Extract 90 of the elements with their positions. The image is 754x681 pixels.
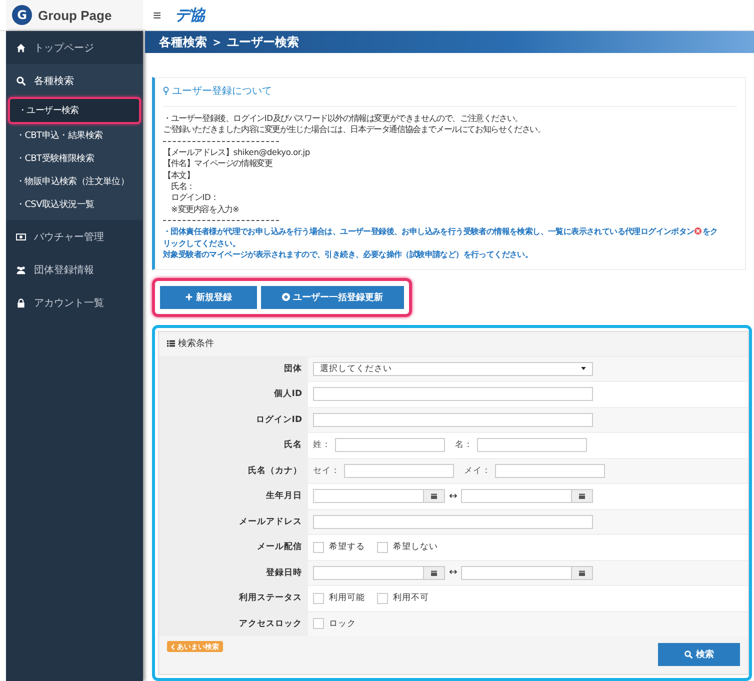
calendar-icon	[579, 493, 586, 500]
notice-text: ・団体責任者様が代理でお申し込みを行う場合は、ユーザー登録後、お申し込みを行う受験者の情報を検索し、一覧に表示されている代理ログインボタン	[163, 227, 694, 236]
action-button[interactable]: 新規登録	[160, 286, 257, 308]
text-field[interactable]	[335, 438, 445, 452]
notice-text: 対象受験者のマイページが表示されますので、引き続き、必要な操作（試験申請など）を行ってください。	[163, 250, 533, 260]
nav-item[interactable]: 各種検索	[6, 64, 143, 97]
field-label: 登録日時	[266, 566, 302, 579]
breadcrumb-link[interactable]: 各種検索	[159, 34, 207, 51]
range-arrow: ↔	[449, 567, 458, 578]
info-text: 【件名】マイページの情報変更	[163, 158, 272, 168]
text-field[interactable]	[313, 412, 593, 427]
lock-icon	[16, 298, 26, 308]
list-icon	[167, 340, 175, 347]
checkbox-label: 希望しない	[393, 541, 438, 554]
checkbox-label: 希望する	[329, 541, 365, 554]
checkbox[interactable]	[377, 542, 388, 553]
users-icon	[16, 264, 26, 274]
text-field[interactable]	[313, 514, 593, 529]
calendar-icon	[431, 493, 437, 500]
info-text: ご登録いただきました内容に変更が生じた場合には、日本データ通信協会までメールにてお知らせください。	[163, 124, 546, 134]
date-field[interactable]	[461, 489, 594, 504]
text-field[interactable]	[344, 464, 454, 478]
nav-item[interactable]: 団体登録情報	[6, 253, 143, 286]
field-label: メール配信	[257, 541, 302, 554]
notice-text: リックしてください。	[163, 238, 240, 248]
nav-subitem[interactable]: ・CBT申込・結果検索	[8, 124, 141, 147]
breadcrumb-separator: ＞	[211, 34, 223, 51]
calendar-icon	[431, 570, 437, 576]
info-text: ・ユーザー登録後、ログインID及びパスワード以外の情報は変更ができませんので、ご注意ください。	[163, 113, 522, 124]
nav-item[interactable]: バウチャー管理	[6, 220, 143, 253]
nav-subitem[interactable]: ・物販申込検索（注文単位）	[8, 170, 141, 193]
info-text: ※変更内容を入力※	[171, 204, 240, 214]
field-label: 氏名（カナ）	[248, 464, 302, 477]
info-text: 【本文】	[163, 170, 194, 180]
brand-logo: G	[12, 5, 32, 25]
notice-text: をク	[702, 227, 718, 236]
brand-name: Group Page	[38, 8, 112, 22]
action-button[interactable]: ユーザー一括登録更新	[261, 286, 404, 308]
site-logo: デ協	[175, 6, 206, 24]
info-title: ユーザー登録について	[172, 85, 272, 98]
field-label: アクセスロック	[239, 618, 302, 630]
field-label: 個人ID	[274, 388, 302, 400]
checkbox[interactable]	[377, 592, 388, 604]
field-label: ログインID	[256, 414, 302, 426]
field-label: 団体	[284, 362, 302, 375]
menu-button[interactable]: ≡	[147, 7, 168, 23]
field-prefix: メイ：	[464, 464, 491, 477]
field-label: 氏名	[284, 439, 302, 452]
lightbulb-icon	[163, 86, 169, 96]
range-arrow: ↔	[449, 490, 458, 502]
checkbox[interactable]	[313, 592, 324, 604]
home-icon	[16, 42, 26, 52]
plus-circle-icon	[282, 293, 290, 301]
field-prefix: 姓：	[313, 439, 331, 452]
nav-subitem[interactable]: ・CBT受験権限検索	[8, 147, 141, 170]
checkbox-label: 利用可能	[329, 592, 365, 604]
field-label: 生年月日	[266, 490, 302, 502]
checkbox-label: 利用不可	[393, 592, 429, 604]
checkbox[interactable]	[313, 542, 324, 553]
nav-item[interactable]: トップページ	[6, 31, 143, 64]
text-field[interactable]	[495, 464, 605, 478]
search-button[interactable]: 検索	[658, 643, 740, 666]
caret-icon	[581, 367, 586, 370]
date-field[interactable]	[313, 566, 445, 580]
field-label: メールアドレス	[239, 516, 302, 528]
field-label: 利用ステータス	[239, 592, 302, 604]
text-field[interactable]	[313, 387, 593, 402]
chevron-left-icon	[171, 644, 175, 650]
banknote-icon	[16, 232, 26, 242]
nav-subitem[interactable]: ・CSV取込状況一覧	[8, 193, 141, 216]
checkbox[interactable]	[313, 618, 324, 630]
nav-item[interactable]: アカウント一覧	[6, 286, 143, 319]
date-field[interactable]	[313, 489, 445, 504]
field-prefix: セイ：	[313, 464, 340, 477]
plus-icon	[185, 293, 193, 301]
calendar-icon	[579, 570, 586, 576]
panel-title: 検索条件	[178, 338, 214, 350]
field-prefix: 名：	[455, 439, 473, 452]
nav-subitem[interactable]: ・ユーザー検索	[8, 97, 141, 124]
select-field[interactable]: 選択してください	[313, 362, 593, 376]
text-field[interactable]	[477, 438, 587, 452]
search-icon	[16, 76, 26, 86]
checkbox-label: ロック	[329, 618, 356, 630]
info-text: 氏名：	[171, 181, 194, 192]
page-title: ユーザー検索	[227, 34, 299, 51]
info-text: ログインID：	[171, 192, 218, 202]
search-icon	[684, 650, 693, 659]
info-text: 【メールアドレス】shiken@dekyo.or.jp	[163, 146, 310, 157]
date-field[interactable]	[461, 566, 594, 580]
close-circle-icon	[694, 227, 702, 236]
